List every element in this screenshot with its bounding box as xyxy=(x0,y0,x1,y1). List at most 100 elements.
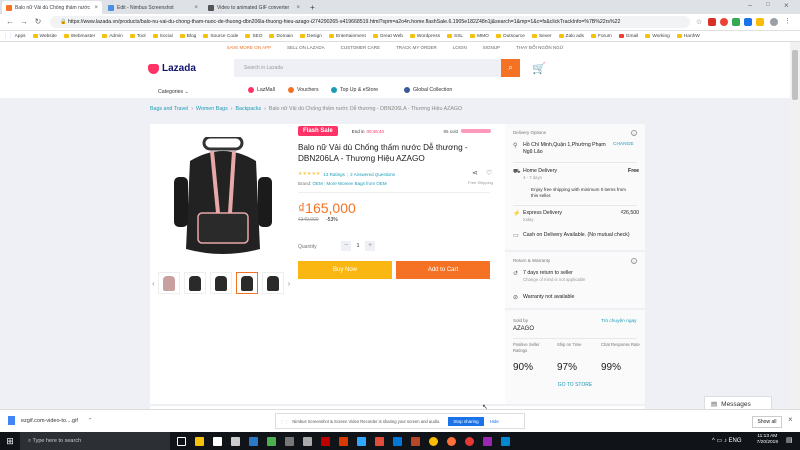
bookmark-star-icon[interactable]: ☆ xyxy=(696,18,702,26)
info-icon[interactable]: i xyxy=(631,130,637,136)
breadcrumb-link[interactable]: Backpacks xyxy=(236,106,262,112)
categories-dropdown[interactable]: Categories ⌄ xyxy=(158,89,189,95)
nav-lazmall[interactable]: LazMall xyxy=(248,87,275,93)
new-tab-button[interactable]: + xyxy=(306,1,318,14)
show-all-button[interactable]: Show all xyxy=(752,416,782,428)
drag-handle-icon[interactable]: ⋮⋮ xyxy=(280,419,288,424)
app-icon[interactable] xyxy=(462,432,476,450)
breadcrumb-link[interactable]: Bags and Travel xyxy=(150,106,188,112)
app-icon[interactable] xyxy=(300,432,314,450)
go-to-store-link[interactable]: GO TO STORE xyxy=(505,382,645,388)
signup-link[interactable]: SIGNUP xyxy=(483,45,500,50)
extension-icon[interactable] xyxy=(732,18,740,26)
bookmark-folder[interactable]: Working xyxy=(645,34,670,39)
bookmark-folder[interactable]: Wordpress xyxy=(409,34,440,39)
save-more-link[interactable]: SAVE MORE ON APP xyxy=(227,45,271,50)
hide-button[interactable]: Hide xyxy=(490,419,499,424)
system-tray-icons[interactable]: ^ ▭ ♪ ENG xyxy=(712,437,742,444)
menu-kebab-icon[interactable]: ⋮ xyxy=(784,17,791,25)
bookmark-folder[interactable]: Source Code xyxy=(203,34,238,39)
edge-icon[interactable] xyxy=(390,432,404,450)
thumbnail[interactable] xyxy=(209,272,232,294)
ratings-link[interactable]: 13 Ratings xyxy=(323,172,345,177)
thumbnail[interactable] xyxy=(261,272,284,294)
bookmark-gmail[interactable]: Gmail xyxy=(618,34,638,39)
bookmark-folder[interactable]: Outsource xyxy=(495,34,525,39)
extension-icon[interactable] xyxy=(756,18,764,26)
app-icon[interactable] xyxy=(408,432,422,450)
browser-tab[interactable]: Balo nữ Vải dù Chống thấm nước × xyxy=(2,1,102,14)
taskbar-search-input[interactable]: ⌕ Type here to search xyxy=(20,432,170,450)
search-input[interactable]: Search in Lazada xyxy=(234,59,501,77)
chat-now-link[interactable]: Trò chuyện ngay xyxy=(601,319,639,325)
scrollbar-thumb[interactable] xyxy=(792,50,798,100)
product-image[interactable] xyxy=(158,134,288,264)
quantity-value[interactable]: 1 xyxy=(351,243,365,249)
seller-name[interactable]: AZAGO xyxy=(513,326,534,332)
bookmark-folder[interactable]: Zalo ads xyxy=(558,34,584,39)
bookmark-folder[interactable]: Webmaster xyxy=(63,34,95,39)
browser-tab[interactable]: Edit - Nimbus Screenshot × xyxy=(104,1,202,14)
browser-tab[interactable]: Video to animated GIF converter × xyxy=(204,1,304,14)
more-from-brand-link[interactable]: More Women Bags from OEM xyxy=(327,181,387,186)
photoshop-icon[interactable] xyxy=(354,432,368,450)
thumbnail[interactable] xyxy=(157,272,180,294)
brand-link[interactable]: OEM xyxy=(313,181,323,186)
bookmark-folder[interactable]: SSL xyxy=(447,34,463,39)
bookmark-folder[interactable]: Entertainment xyxy=(328,34,366,39)
bookmark-folder[interactable]: Admin xyxy=(102,34,123,39)
windows-start-icon[interactable]: ⊞ xyxy=(0,432,20,450)
nav-topup[interactable]: Top Up & eStore xyxy=(331,87,378,93)
chevron-up-icon[interactable]: ⌃ xyxy=(88,418,93,424)
bookmark-folder[interactable]: Social xyxy=(152,34,173,39)
stop-sharing-button[interactable]: Stop sharing xyxy=(448,416,484,426)
back-arrow-icon[interactable]: ← xyxy=(4,16,16,28)
app-icon[interactable] xyxy=(372,432,386,450)
cart-icon[interactable]: 🛒 xyxy=(532,62,546,75)
download-item[interactable]: ezgif.com-video-to....gif ⌃ xyxy=(8,416,92,425)
app-icon[interactable] xyxy=(498,432,512,450)
bookmark-folder[interactable]: Tool xyxy=(129,34,146,39)
thumbnail-selected[interactable] xyxy=(235,272,258,294)
search-button[interactable]: ⌕ xyxy=(501,59,520,77)
login-link[interactable]: LOGIN xyxy=(453,45,467,50)
bookmark-folder[interactable]: HanhW xyxy=(676,34,700,39)
questions-link[interactable]: 2 Answered Questions xyxy=(350,172,395,177)
bookmark-folder[interactable]: Design xyxy=(300,34,322,39)
thumbnail[interactable] xyxy=(183,272,206,294)
add-to-cart-button[interactable]: Add to Cart xyxy=(396,261,490,279)
app-icon[interactable] xyxy=(210,432,224,450)
task-view-icon[interactable] xyxy=(174,432,188,450)
extension-icon[interactable] xyxy=(708,18,716,26)
minus-icon[interactable]: − xyxy=(341,241,351,251)
bookmark-folder[interactable]: Domain xyxy=(269,34,293,39)
extension-icon[interactable] xyxy=(720,18,728,26)
customer-care-link[interactable]: CUSTOMER CARE xyxy=(341,45,380,50)
bookmark-folder[interactable]: Website xyxy=(32,34,57,39)
bookmark-folder[interactable]: Blog xyxy=(179,34,196,39)
nav-vouchers[interactable]: Vouchers xyxy=(288,87,319,93)
close-tab-icon[interactable]: × xyxy=(94,5,98,11)
chrome-icon[interactable] xyxy=(426,432,440,450)
change-address-link[interactable]: CHANGE xyxy=(613,142,634,156)
reload-icon[interactable]: ↻ xyxy=(32,16,44,28)
app-icon[interactable] xyxy=(480,432,494,450)
forward-arrow-icon[interactable]: → xyxy=(18,16,30,28)
app-icon[interactable] xyxy=(246,432,260,450)
bookmark-folder[interactable]: Sever xyxy=(531,34,552,39)
nav-global-collection[interactable]: Global Collection xyxy=(404,87,452,93)
taskbar-clock[interactable]: 11:13 AM 7/20/2019 xyxy=(757,434,778,446)
close-window-icon[interactable]: × xyxy=(784,1,789,10)
app-icon[interactable] xyxy=(228,432,242,450)
sell-link[interactable]: SELL ON LAZADA xyxy=(287,45,325,50)
profile-avatar-icon[interactable] xyxy=(770,18,778,26)
page-scrollbar[interactable] xyxy=(790,42,800,409)
close-tab-icon[interactable]: × xyxy=(296,5,300,11)
plus-icon[interactable]: + xyxy=(365,241,375,251)
close-icon[interactable]: × xyxy=(788,415,793,424)
file-explorer-icon[interactable] xyxy=(192,432,206,450)
filezilla-icon[interactable] xyxy=(318,432,332,450)
info-icon[interactable]: i xyxy=(631,258,637,264)
bookmark-folder[interactable]: Great Web xyxy=(372,34,403,39)
app-icon[interactable] xyxy=(264,432,278,450)
